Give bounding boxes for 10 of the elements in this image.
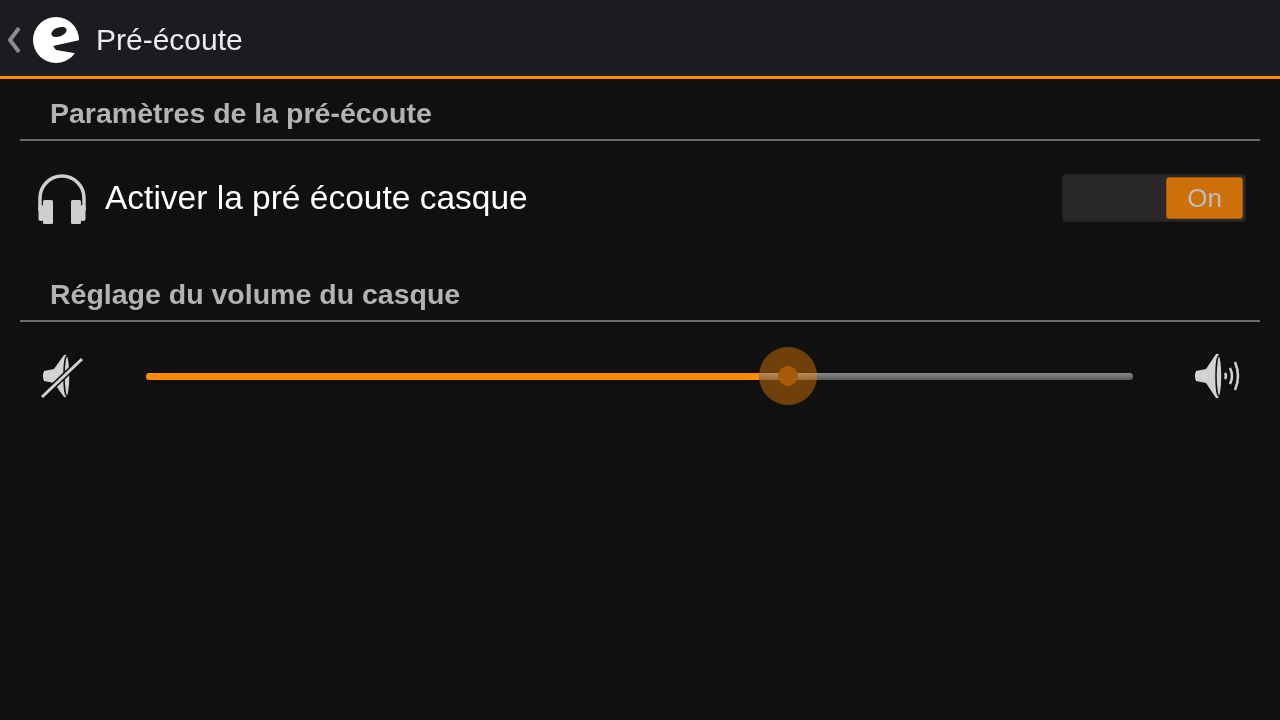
logo-icon [32,15,80,65]
section-header: Réglage du volume du casque [50,279,461,311]
toggle-switch[interactable]: On [1062,174,1246,222]
screen-title: Pré-écoute [96,25,243,55]
setting-label: Activer la pré écoute casque [105,181,528,215]
back-icon[interactable] [7,27,22,53]
section-header: Paramètres de la pré-écoute [50,98,432,130]
volume-icon[interactable] [1194,352,1242,400]
headphones-icon [35,171,89,225]
mute-icon[interactable] [40,353,84,399]
